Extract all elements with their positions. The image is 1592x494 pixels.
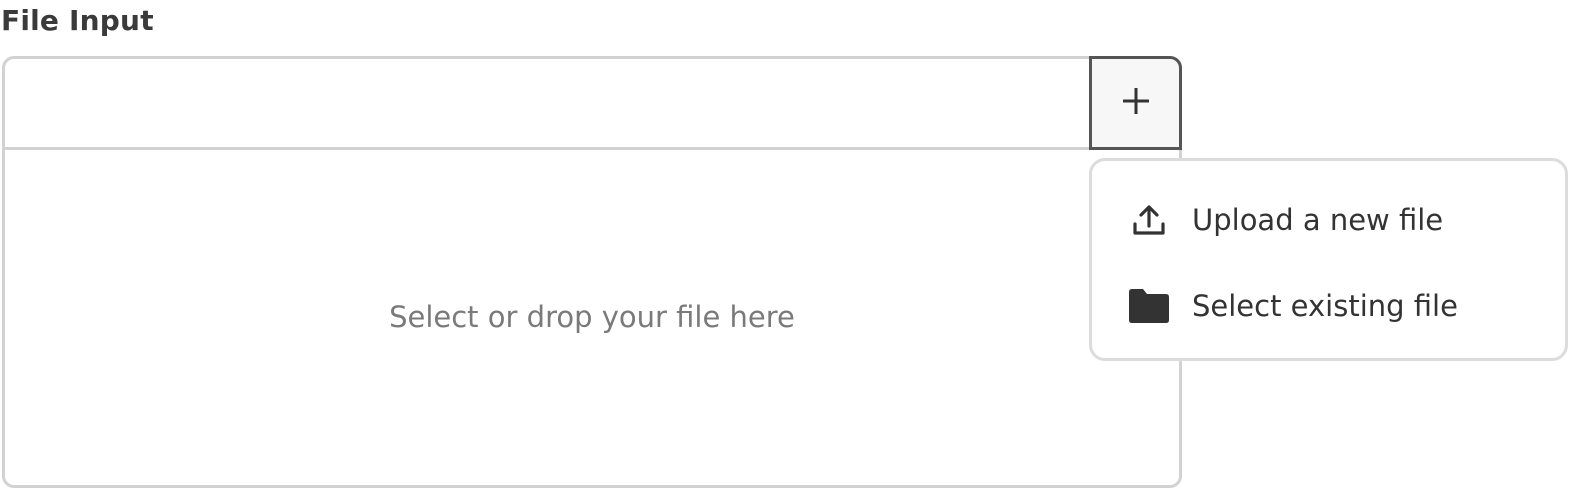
menu-item-select-existing-file[interactable]: Select existing file	[1092, 271, 1565, 341]
file-input-value-bar[interactable]	[5, 56, 1182, 150]
upload-icon	[1128, 199, 1170, 241]
drop-zone-text: Select or drop your file here	[389, 299, 795, 334]
plus-icon	[1120, 85, 1152, 121]
menu-item-label: Upload a new file	[1192, 203, 1444, 237]
add-file-menu: Upload a new file Select existing file	[1089, 158, 1568, 361]
folder-icon	[1128, 285, 1170, 327]
file-drop-zone[interactable]: Select or drop your file here	[5, 150, 1179, 485]
file-input-label: File Input	[1, 4, 154, 37]
menu-item-label: Select existing file	[1192, 289, 1458, 323]
menu-item-upload-new-file[interactable]: Upload a new file	[1092, 185, 1565, 255]
add-file-button[interactable]	[1089, 56, 1182, 150]
file-input: Select or drop your file here	[2, 56, 1182, 488]
